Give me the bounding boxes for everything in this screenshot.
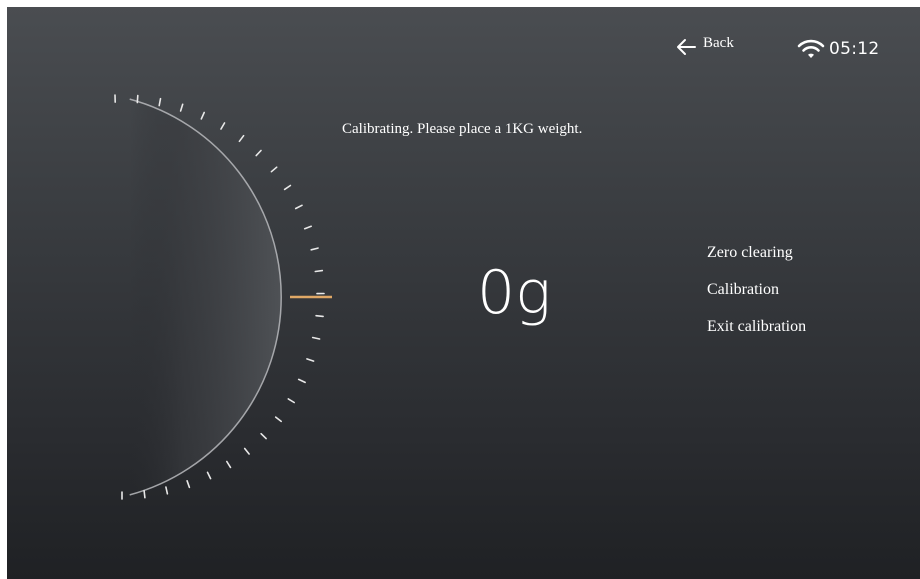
dial-tick <box>297 378 306 384</box>
top-bar: Back 05:12 <box>7 7 920 67</box>
wifi-icon <box>797 38 825 60</box>
dial-tick <box>283 184 292 191</box>
dial-tick <box>238 134 245 143</box>
dial-tick <box>311 336 321 340</box>
dial-tick <box>143 489 146 499</box>
scale-dial <box>114 94 332 500</box>
dial-tick <box>200 111 205 120</box>
dial-tick <box>274 416 283 423</box>
dial-tick <box>310 247 319 251</box>
dial-tick <box>314 269 324 273</box>
scale-calibration-screen: Back 05:12 Calibrating. Please place a 1… <box>7 7 920 579</box>
dial-tick <box>270 166 278 173</box>
back-button[interactable]: Back <box>675 35 734 59</box>
calibration-button[interactable]: Calibration <box>707 281 806 300</box>
dial-face <box>129 99 282 495</box>
arrow-left-icon <box>675 37 697 57</box>
dial-tick <box>243 447 250 455</box>
calibration-instruction: Calibrating. Please place a 1KG weight. <box>342 121 583 137</box>
dial-tick <box>165 486 169 495</box>
back-label: Back <box>703 34 734 51</box>
status-time: 05:12 <box>829 39 880 59</box>
dial-tick <box>206 471 212 480</box>
zero-clearing-button[interactable]: Zero clearing <box>707 244 806 263</box>
dial-tick <box>303 225 313 230</box>
dial-tick <box>260 432 267 440</box>
dial-tick <box>226 460 232 469</box>
calibration-menu: Zero clearing Calibration Exit calibrati… <box>707 244 806 355</box>
dial-tick <box>179 103 184 112</box>
dial-tick <box>287 398 296 404</box>
dial-tick <box>306 358 315 362</box>
dial-tick <box>315 314 324 318</box>
dial-tick <box>186 479 191 489</box>
exit-calibration-button[interactable]: Exit calibration <box>707 318 806 337</box>
dial-tick <box>220 122 226 130</box>
dial-tick <box>136 94 139 104</box>
dial-tick <box>158 97 162 107</box>
dial-tick <box>255 149 262 157</box>
weight-reading: 0g <box>477 258 552 328</box>
dial-tick <box>294 204 303 210</box>
